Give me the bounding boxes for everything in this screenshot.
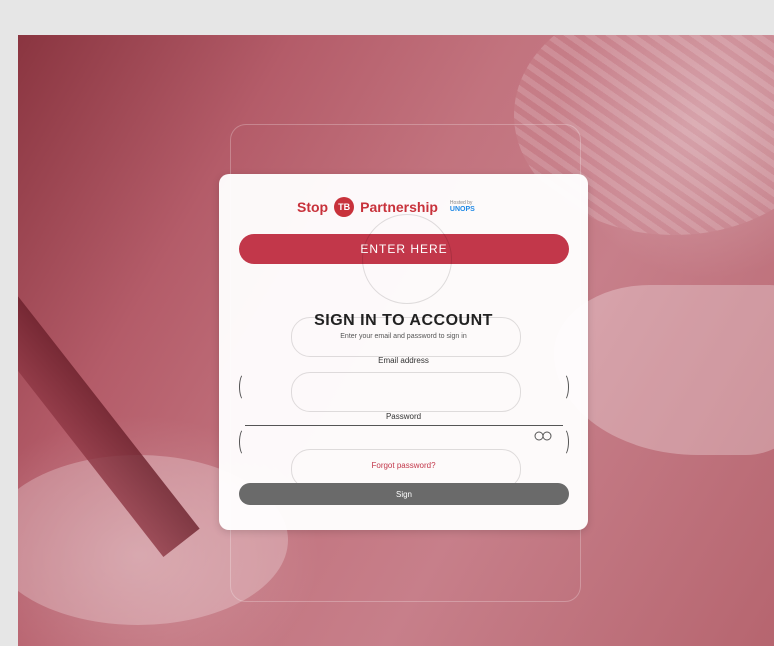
password-underline	[245, 425, 563, 426]
logo-stop-text: Stop	[297, 199, 329, 215]
password-field-right-edge	[558, 428, 569, 456]
hosted-by-block: Hosted by UNOPS	[449, 201, 475, 214]
hosted-by-org: UNOPS	[449, 206, 475, 213]
forgot-password-link[interactable]: Forgot password?	[219, 461, 588, 470]
password-field[interactable]	[239, 426, 569, 456]
password-label: Password	[385, 412, 422, 421]
focus-ring-overlay	[362, 214, 452, 304]
eye-icon[interactable]	[534, 430, 552, 442]
background-photo: Stop TB Partnership Hosted by UNOPS ENTE…	[18, 35, 774, 646]
login-card: Stop TB Partnership Hosted by UNOPS ENTE…	[219, 174, 588, 530]
sign-in-button[interactable]: Sign	[239, 483, 569, 505]
email-field-right-edge	[558, 373, 569, 401]
email-label: Email address	[378, 356, 429, 365]
logo-partnership-text: Partnership	[360, 199, 438, 215]
ghost-pill-outline	[291, 317, 521, 357]
brand-logo: Stop TB Partnership Hosted by UNOPS	[297, 194, 475, 220]
logo-tb-badge: TB	[334, 197, 355, 217]
email-field[interactable]	[239, 371, 569, 401]
